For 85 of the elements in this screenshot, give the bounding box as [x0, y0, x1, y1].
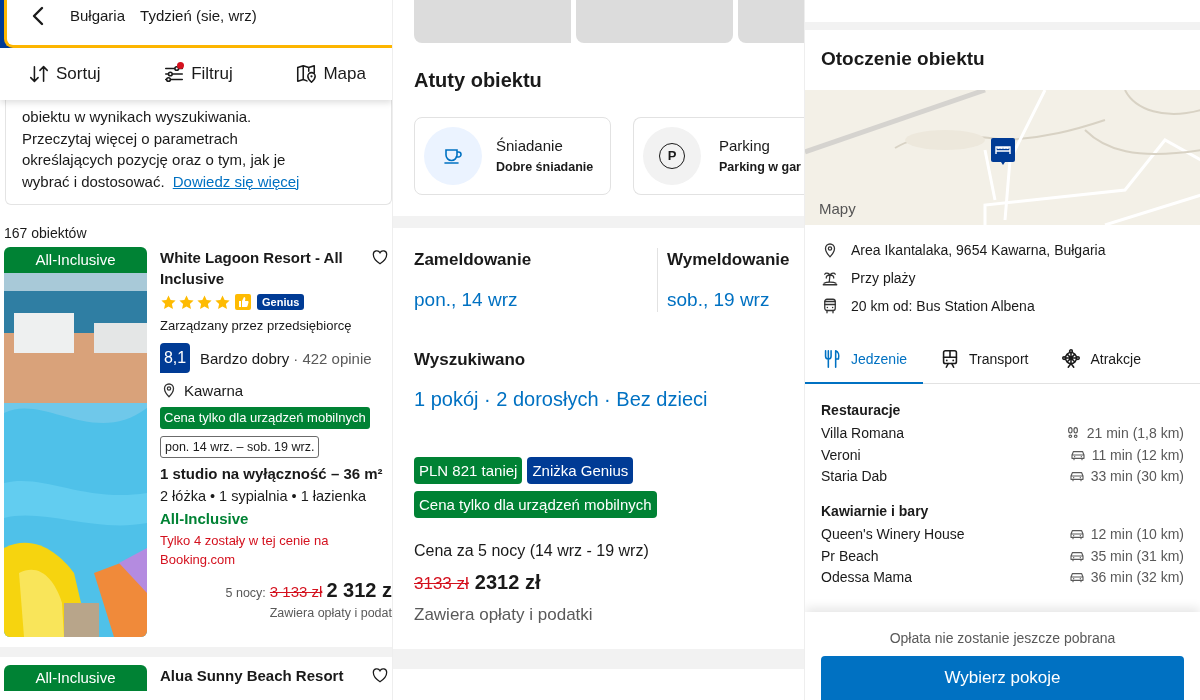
hotel-name[interactable]: White Lagoon Resort - All Inclusive [160, 247, 350, 289]
photo-placeholder[interactable] [576, 0, 733, 43]
all-inclusive-badge: All-Inclusive [4, 665, 147, 691]
price: 2312 zł [474, 570, 541, 594]
rating-label: Bardzo dobry [200, 349, 290, 367]
highlight-title: Śniadanie [496, 136, 564, 156]
highlight-title: Parking [719, 136, 771, 156]
travel-time: 33 min (30 km) [1090, 468, 1184, 485]
photo-placeholder[interactable] [414, 0, 571, 43]
search-label: Wyszukiwano [414, 349, 527, 371]
travel-time: 11 min (12 km) [1091, 446, 1184, 463]
place-name: Villa Romana [821, 424, 904, 441]
host-text: Zarządzany przez przedsiębiorcę [160, 317, 352, 335]
location-fact: 20 km od: Bus Station Albena [851, 298, 1035, 314]
meal-plan: All-Inclusive [160, 509, 249, 529]
category-tab[interactable]: Jedzenie [805, 335, 924, 384]
search-summary-box[interactable]: Bułgaria Tydzień (sie, wrz) [4, 0, 392, 48]
location-text: Kawarna [184, 381, 244, 399]
place-name: Veroni [821, 446, 861, 463]
location-fact: Przy plaży [851, 270, 916, 286]
category-tab[interactable]: Transport [923, 335, 1045, 384]
star-icon [178, 293, 195, 311]
date-range-text: Tydzień (sie, wrz) [140, 6, 257, 26]
price: 2 312 z [326, 579, 392, 602]
map-button[interactable]: Mapa [295, 61, 366, 87]
group-title: Kawiarnie i bary [821, 502, 930, 522]
location-fact: Area Ikantalaka, 9654 Kawarna, Bułgaria [851, 242, 1106, 258]
ferris-wheel-icon [1060, 347, 1083, 370]
room-details: 2 łóżka • 1 sypialnia • 1 łazienka [160, 487, 367, 506]
deal-tag: Zniżka Genius [527, 457, 634, 484]
mobile-price-tag: Cena tylko dla urządzeń mobilnych [160, 407, 370, 429]
check-out-label: Wymeldowanie [667, 249, 790, 271]
review-count: · 422 opinie [293, 349, 372, 367]
travel-time: 35 min (31 km) [1090, 547, 1184, 564]
hotel-pin-icon [991, 138, 1015, 166]
check-in-date[interactable]: pon., 14 wrz [414, 288, 657, 312]
travel-time: 21 min (1,8 km) [1086, 424, 1184, 441]
results-count: 167 obiektów [4, 224, 88, 243]
section-title: Otoczenie obiektu [821, 47, 986, 71]
place-name: Pr Beach [821, 547, 879, 564]
nights-label: 5 nocy: [225, 586, 266, 600]
heart-icon[interactable] [370, 665, 390, 685]
genius-badge: Genius [257, 294, 305, 310]
filter-button[interactable]: Filtruj [163, 61, 233, 87]
all-inclusive-badge: All-Inclusive [4, 247, 147, 273]
star-icon [196, 293, 213, 311]
deal-tag: Cena tylko dla urządzeń mobilnych [414, 491, 657, 518]
deal-tag: PLN 821 taniej [414, 457, 523, 484]
place-name: Queen's Winery House [821, 525, 965, 542]
payment-note: Opłata nie zostanie jeszcze pobrana [889, 629, 1116, 648]
map-attribution: Mapy [819, 200, 856, 217]
old-price: 3 133 zł [269, 583, 323, 600]
destination-text: Bułgaria [70, 6, 126, 26]
taxes-note: Zawiera opłaty i podat [268, 605, 392, 622]
place-name: Staria Dab [821, 468, 888, 485]
select-rooms-button[interactable]: Wybierz pokoje [821, 656, 1184, 700]
map-icon [295, 63, 318, 85]
price-label: Cena za 5 nocy (14 wrz - 19 wrz) [414, 541, 650, 561]
highlight-detail: Dobre śniadanie [496, 159, 594, 176]
group-title: Restauracje [821, 401, 902, 420]
filter-icon [163, 63, 186, 85]
heart-icon[interactable] [370, 247, 390, 267]
category-tab[interactable]: Atrakcje [1044, 335, 1157, 384]
travel-time: 36 min (32 km) [1090, 569, 1184, 586]
star-icon [160, 293, 177, 311]
hotel-name[interactable]: Alua Sunny Beach Resort [160, 665, 344, 686]
taxes-note: Zawiera opłaty i podatki [414, 604, 594, 626]
learn-more-link[interactable]: Dowiedz się więcej [172, 172, 300, 190]
star-icon [214, 293, 231, 311]
place-name: Odessa Mama [821, 569, 913, 586]
room-type: 1 studio na wyłączność – 36 m² [160, 464, 383, 484]
date-range-tag: pon. 14 wrz. – sob. 19 wrz. [160, 436, 320, 458]
old-price: 3133 zł [414, 573, 469, 595]
notice-text: obiektu w wynikach wyszukiwania. Przeczytaj więcej o parametrach określających pozycję oraz o tym, jak je wybrać i dostosować. Dowiedz się więcej [22, 107, 301, 192]
availability-warning: Tylko 4 zostały w tej cenie na Booking.com [160, 532, 330, 569]
bus-icon [821, 297, 839, 315]
travel-time: 12 min (10 km) [1090, 525, 1184, 542]
check-in-label: Zameldowanie [414, 249, 533, 271]
sort-icon [28, 63, 50, 85]
guests-summary[interactable]: 1 pokój · 2 dorosłych · Bez dzieci [414, 387, 804, 411]
check-out-date[interactable]: sob., 19 wrz [667, 288, 790, 312]
review-score: 8,1 [160, 343, 190, 373]
sort-button[interactable]: Sortuj [28, 61, 101, 87]
section-title: Atuty obiektu [414, 68, 543, 92]
highlight-detail: Parking w gar [719, 159, 801, 176]
